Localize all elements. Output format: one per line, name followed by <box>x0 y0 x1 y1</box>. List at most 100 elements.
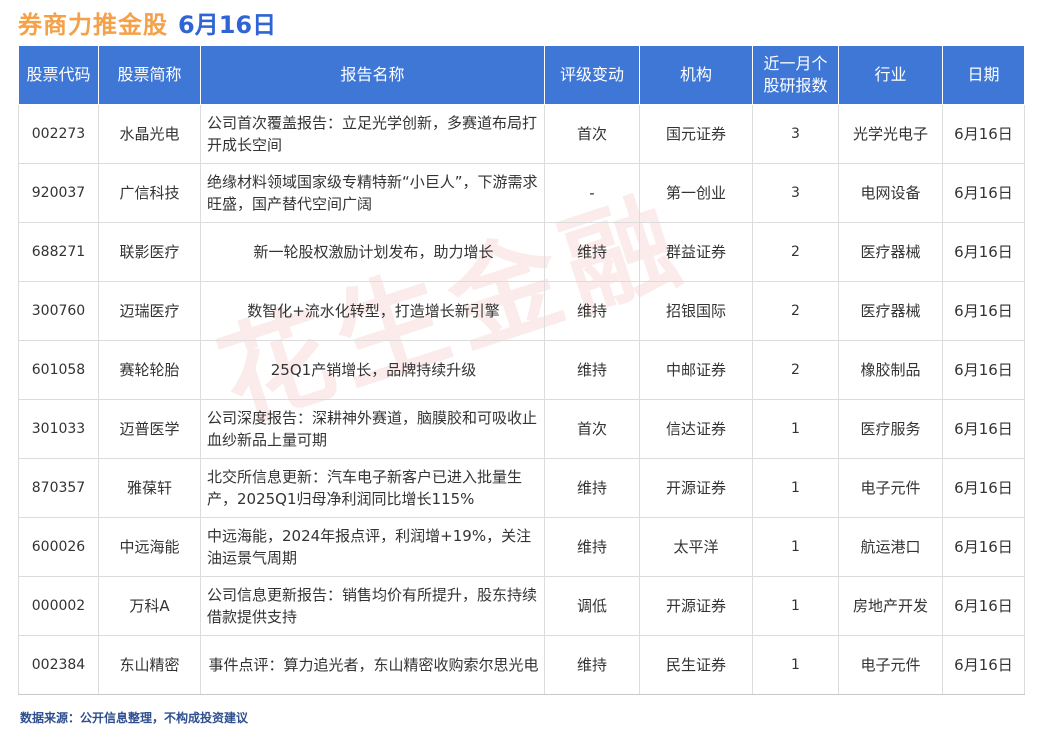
rating-change-cell: 维持 <box>544 458 640 518</box>
table-row: 601058 赛轮轮胎 25Q1产销增长，品牌持续升级 维持 中邮证券 2 橡胶制品 6月16… <box>18 340 1025 400</box>
table-row: 688271 联影医疗 新一轮股权激励计划发布，助力增长 维持 群益证券 2 医疗器械 6月1… <box>18 222 1025 282</box>
report-title-cell: 绝缘材料领域国家级专精特新“小巨人”，下游需求旺盛，国产替代空间广阔 <box>200 163 545 223</box>
column-header: 股票代码 <box>18 45 99 105</box>
date-cell: 6月16日 <box>942 281 1025 341</box>
stock-code-cell: 601058 <box>18 340 99 400</box>
table-header-row: 股票代码 股票简称 报告名称 评级变动 机构 近一月个 股研报数 行业 日期 <box>18 45 1025 105</box>
rating-change-cell: 首次 <box>544 104 640 164</box>
stock-name-cell: 广信科技 <box>98 163 201 223</box>
column-header: 报告名称 <box>200 45 545 105</box>
stock-name-cell: 中远海能 <box>98 517 201 577</box>
industry-cell: 电子元件 <box>838 635 943 695</box>
rating-change-cell: 维持 <box>544 517 640 577</box>
rating-change-cell: 调低 <box>544 576 640 636</box>
date-cell: 6月16日 <box>942 104 1025 164</box>
report-title-cell: 事件点评：算力追光者，东山精密收购索尔思光电 <box>200 635 545 695</box>
report-count-cell: 1 <box>752 635 839 695</box>
table-row: 000002 万科A 公司信息更新报告：销售均价有所提升，股东持续借款提供支持 调低开… <box>18 576 1025 636</box>
industry-cell: 电子元件 <box>838 458 943 518</box>
report-title-cell: 公司深度报告：深耕神外赛道，脑膜胶和可吸收止血纱新品上量可期 <box>200 399 545 459</box>
institution-cell: 开源证券 <box>639 576 753 636</box>
stock-table: 股票代码 股票简称 报告名称 评级变动 机构 近一月个 股研报数 行业 日期 002273 水晶光… <box>18 45 1025 695</box>
table-row: 600026 中远海能 中远海能，2024年报点评，利润增+19%，关注油运景气周期… <box>18 517 1025 577</box>
date-cell: 6月16日 <box>942 222 1025 282</box>
column-header: 机构 <box>639 45 753 105</box>
institution-cell: 开源证券 <box>639 458 753 518</box>
stock-name-cell: 迈普医学 <box>98 399 201 459</box>
rating-change-cell: 首次 <box>544 399 640 459</box>
stock-name-cell: 雅葆轩 <box>98 458 201 518</box>
report-title-cell: 新一轮股权激励计划发布，助力增长 <box>200 222 545 282</box>
report-count-cell: 2 <box>752 340 839 400</box>
report-count-cell: 1 <box>752 576 839 636</box>
date-cell: 6月16日 <box>942 576 1025 636</box>
table-row: 870357 雅葆轩 北交所信息更新：汽车电子新客户已进入批量生产，2025Q1归母… <box>18 458 1025 518</box>
title-date: 6月16日 <box>178 10 277 39</box>
column-header: 股票简称 <box>98 45 201 105</box>
date-cell: 6月16日 <box>942 399 1025 459</box>
report-title-cell: 数智化+流水化转型，打造增长新引擎 <box>200 281 545 341</box>
column-header: 日期 <box>942 45 1025 105</box>
institution-cell: 中邮证券 <box>639 340 753 400</box>
report-count-cell: 3 <box>752 163 839 223</box>
stock-name-cell: 赛轮轮胎 <box>98 340 201 400</box>
institution-cell: 群益证券 <box>639 222 753 282</box>
stock-code-cell: 920037 <box>18 163 99 223</box>
report-count-cell: 1 <box>752 399 839 459</box>
date-cell: 6月16日 <box>942 635 1025 695</box>
report-count-cell: 3 <box>752 104 839 164</box>
table-row: 002273 水晶光电 公司首次覆盖报告：立足光学创新，多赛道布局打开成长空间 首次国… <box>18 104 1025 164</box>
table-row: 301033 迈普医学 公司深度报告：深耕神外赛道，脑膜胶和可吸收止血纱新品上量可期… <box>18 399 1025 459</box>
stock-name-cell: 万科A <box>98 576 201 636</box>
title-text: 券商力推金股 <box>18 10 168 39</box>
institution-cell: 第一创业 <box>639 163 753 223</box>
industry-cell: 橡胶制品 <box>838 340 943 400</box>
rating-change-cell: 维持 <box>544 281 640 341</box>
stock-code-cell: 300760 <box>18 281 99 341</box>
industry-cell: 医疗器械 <box>838 222 943 282</box>
stock-name-cell: 东山精密 <box>98 635 201 695</box>
industry-cell: 电网设备 <box>838 163 943 223</box>
institution-cell: 信达证券 <box>639 399 753 459</box>
industry-cell: 房地产开发 <box>838 576 943 636</box>
institution-cell: 国元证券 <box>639 104 753 164</box>
report-title-cell: 北交所信息更新：汽车电子新客户已进入批量生产，2025Q1归母净利润同比增长11… <box>200 458 545 518</box>
industry-cell: 航运港口 <box>838 517 943 577</box>
table-row: 002384 东山精密 事件点评：算力追光者，东山精密收购索尔思光电 维持 民生证券 1 电… <box>18 635 1025 695</box>
institution-cell: 太平洋 <box>639 517 753 577</box>
report-title-cell: 中远海能，2024年报点评，利润增+19%，关注油运景气周期 <box>200 517 545 577</box>
institution-cell: 民生证券 <box>639 635 753 695</box>
report-count-cell: 1 <box>752 458 839 518</box>
report-count-cell: 1 <box>752 517 839 577</box>
rating-change-cell: - <box>544 163 640 223</box>
stock-code-cell: 002384 <box>18 635 99 695</box>
stock-code-cell: 600026 <box>18 517 99 577</box>
date-cell: 6月16日 <box>942 517 1025 577</box>
table-row: 300760 迈瑞医疗 数智化+流水化转型，打造增长新引擎 维持 招银国际 2 医疗器械 6月… <box>18 281 1025 341</box>
column-header: 评级变动 <box>544 45 640 105</box>
stock-code-cell: 000002 <box>18 576 99 636</box>
column-header: 行业 <box>838 45 943 105</box>
report-title-cell: 公司首次覆盖报告：立足光学创新，多赛道布局打开成长空间 <box>200 104 545 164</box>
stock-name-cell: 水晶光电 <box>98 104 201 164</box>
data-source-note: 数据来源：公开信息整理，不构成投资建议 <box>20 711 249 725</box>
report-count-cell: 2 <box>752 281 839 341</box>
stock-code-cell: 301033 <box>18 399 99 459</box>
rating-change-cell: 维持 <box>544 340 640 400</box>
date-cell: 6月16日 <box>942 163 1025 223</box>
institution-cell: 招银国际 <box>639 281 753 341</box>
stock-name-cell: 迈瑞医疗 <box>98 281 201 341</box>
date-cell: 6月16日 <box>942 458 1025 518</box>
rating-change-cell: 维持 <box>544 635 640 695</box>
stock-code-cell: 002273 <box>18 104 99 164</box>
stock-name-cell: 联影医疗 <box>98 222 201 282</box>
industry-cell: 医疗器械 <box>838 281 943 341</box>
column-header: 近一月个 股研报数 <box>752 45 839 105</box>
table-row: 920037 广信科技 绝缘材料领域国家级专精特新“小巨人”，下游需求旺盛，国产替代… <box>18 163 1025 223</box>
report-count-cell: 2 <box>752 222 839 282</box>
rating-change-cell: 维持 <box>544 222 640 282</box>
stock-code-cell: 870357 <box>18 458 99 518</box>
report-title-cell: 25Q1产销增长，品牌持续升级 <box>200 340 545 400</box>
industry-cell: 光学光电子 <box>838 104 943 164</box>
industry-cell: 医疗服务 <box>838 399 943 459</box>
